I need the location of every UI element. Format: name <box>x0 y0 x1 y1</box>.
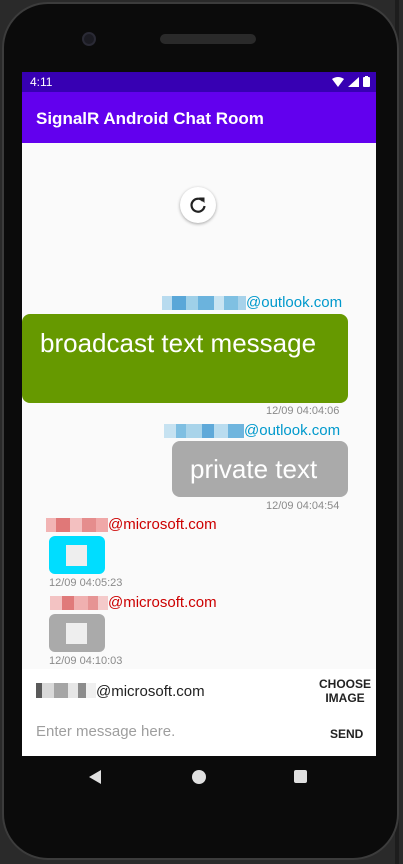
image-message-bubble[interactable] <box>49 536 105 574</box>
system-nav-bar <box>22 756 376 798</box>
message-timestamp: 12/09 04:04:06 <box>266 405 340 417</box>
image-thumbnail-icon <box>66 545 87 566</box>
image-message-bubble[interactable] <box>49 614 105 652</box>
battery-icon <box>363 76 370 87</box>
message-timestamp: 12/09 04:04:54 <box>266 500 340 512</box>
image-thumbnail-icon <box>66 623 87 644</box>
message-input[interactable] <box>36 723 296 740</box>
private-message-bubble: private text <box>172 441 348 497</box>
redacted-current-user-name <box>36 683 96 698</box>
message-timestamp: 12/09 04:10:03 <box>49 655 123 667</box>
choose-image-button[interactable]: CHOOSE IMAGE <box>316 677 374 705</box>
message-sender: @outlook.com <box>244 422 341 439</box>
refresh-button[interactable] <box>180 187 216 223</box>
broadcast-message-bubble: broadcast text message <box>22 314 348 403</box>
status-time: 4:11 <box>30 75 53 89</box>
camera-icon <box>82 32 96 46</box>
message-sender: @microsoft.com <box>108 594 217 611</box>
message-sender: @microsoft.com <box>108 516 217 533</box>
refresh-icon <box>190 197 206 213</box>
signal-icon <box>348 76 359 87</box>
redacted-sender-name <box>162 296 246 310</box>
redacted-sender-name <box>50 596 108 610</box>
status-icons <box>332 76 370 87</box>
send-button[interactable]: SEND <box>330 727 363 741</box>
home-icon[interactable] <box>192 770 206 784</box>
app-title: SignalR Android Chat Room <box>36 109 264 128</box>
message-sender: @outlook.com <box>246 294 343 311</box>
current-user-label: @microsoft.com <box>96 683 205 700</box>
wifi-icon <box>332 76 344 87</box>
redacted-sender-name <box>164 424 244 438</box>
recent-apps-icon[interactable] <box>294 770 307 783</box>
composer-panel: @microsoft.com CHOOSE IMAGE SEND <box>22 669 376 756</box>
redacted-sender-name <box>46 518 108 532</box>
back-icon[interactable] <box>89 770 101 784</box>
speaker-grille <box>160 34 256 44</box>
status-bar: 4:11 <box>22 72 376 92</box>
app-bar: SignalR Android Chat Room <box>22 92 376 143</box>
app-screen: 4:11 SignalR Android Chat Room @outlook.… <box>22 72 376 756</box>
message-timestamp: 12/09 04:05:23 <box>49 577 123 589</box>
